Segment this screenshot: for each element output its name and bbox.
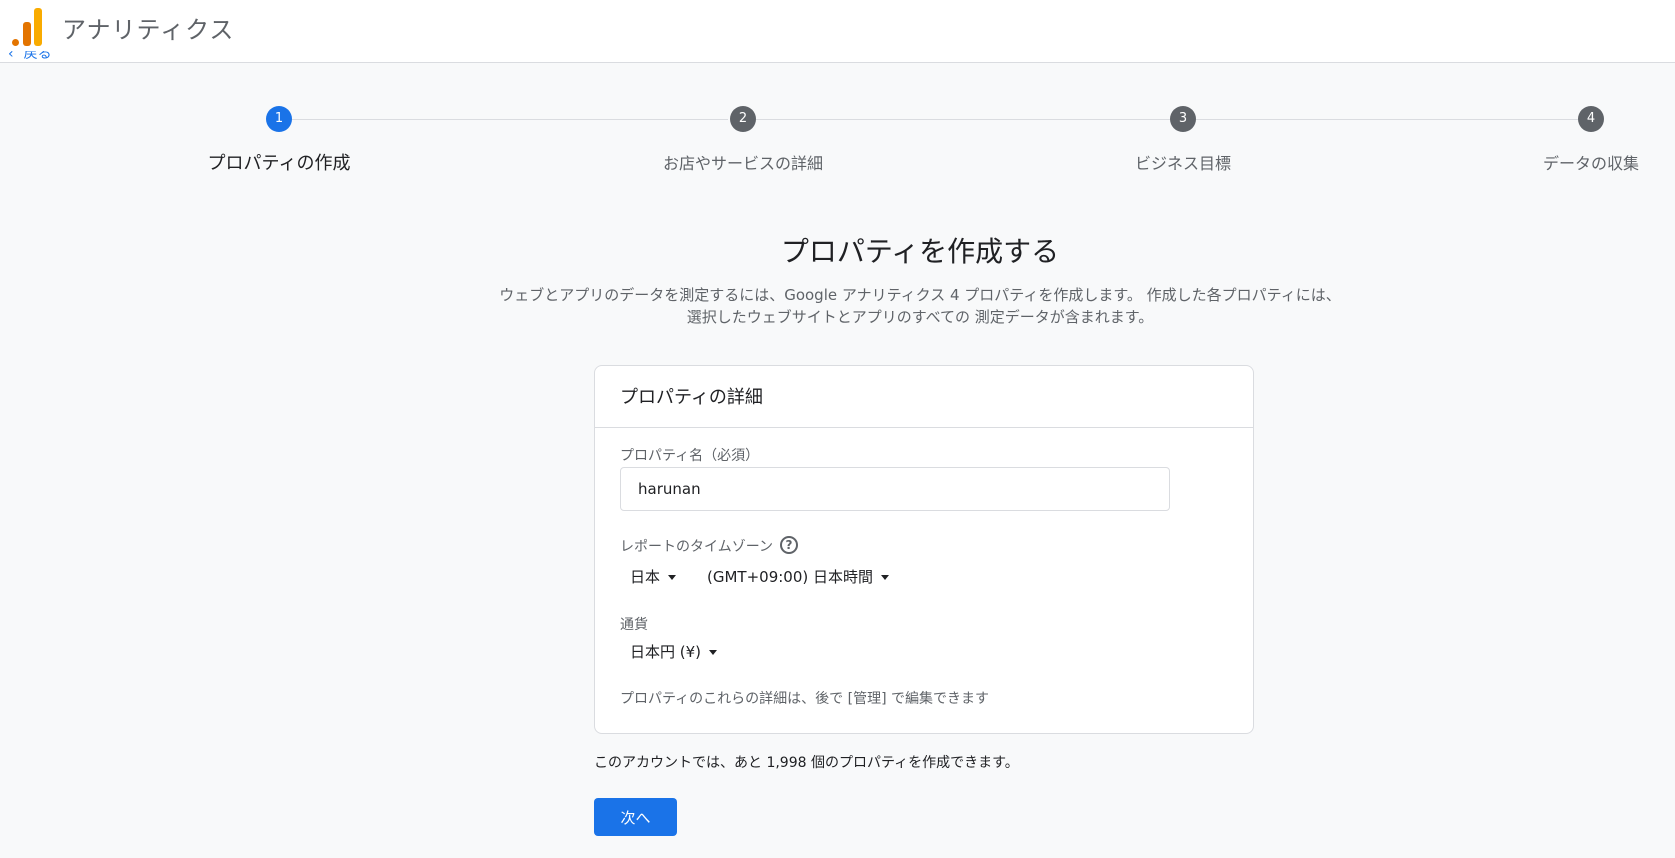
page-title: プロパティを作成する xyxy=(780,235,1060,268)
intro-line-2: 選択したウェブサイトとアプリのすべての 測定データが含まれます。 xyxy=(686,308,1154,326)
step-connector xyxy=(292,119,728,120)
property-details-card: プロパティの詳細 プロパティ名（必須） レポートのタイムゾーン ? 日本 (GM… xyxy=(594,365,1254,734)
step-2-indicator: 2 xyxy=(730,106,756,132)
setup-stepper: 1 2 3 4 プロパティの作成 お店やサービスの詳細 ビジネス目標 データの収… xyxy=(0,106,1675,176)
help-icon[interactable]: ? xyxy=(780,536,798,554)
currency-value: 日本円 (¥) xyxy=(630,643,702,661)
chevron-down-icon xyxy=(881,575,889,580)
back-link[interactable]: ‹ 戻る xyxy=(8,51,52,63)
step-4-indicator: 4 xyxy=(1578,106,1604,132)
timezone-value: (GMT+09:00) 日本時間 xyxy=(707,568,873,586)
property-name-input[interactable] xyxy=(620,467,1170,511)
step-3-indicator: 3 xyxy=(1170,106,1196,132)
card-note: プロパティのこれらの詳細は、後で [管理] で編集できます xyxy=(620,691,989,707)
chevron-down-icon xyxy=(668,575,677,580)
timezone-select[interactable]: (GMT+09:00) 日本時間 xyxy=(707,566,889,587)
intro-text: ウェブとアプリのデータを測定するには、Google アナリティクス 4 プロパテ… xyxy=(420,284,1420,328)
card-header: プロパティの詳細 xyxy=(595,366,1253,428)
chevron-left-icon: ‹ xyxy=(8,51,14,62)
step-1-label: プロパティの作成 xyxy=(207,153,351,174)
step-2-label: お店やサービスの詳細 xyxy=(662,154,824,173)
step-connector xyxy=(1196,119,1578,120)
step-3-label: ビジネス目標 xyxy=(1134,154,1232,173)
top-app-bar: アナリティクス xyxy=(0,0,1675,63)
analytics-logo-icon[interactable] xyxy=(12,8,42,46)
timezone-country-select[interactable]: 日本 xyxy=(630,566,677,587)
remaining-properties-text: このアカウントでは、あと 1,998 個のプロパティを作成できます。 xyxy=(594,755,1019,771)
step-4-label: データの収集 xyxy=(1542,154,1640,173)
chevron-down-icon xyxy=(709,650,718,655)
app-title: アナリティクス xyxy=(62,16,235,44)
next-button[interactable]: 次へ xyxy=(594,798,677,836)
step-connector xyxy=(756,119,1175,120)
currency-select[interactable]: 日本円 (¥) xyxy=(630,641,718,662)
currency-label: 通貨 xyxy=(620,617,648,633)
step-1-indicator: 1 xyxy=(266,106,292,132)
timezone-label: レポートのタイムゾーン xyxy=(620,539,774,555)
property-name-label: プロパティ名（必須） xyxy=(620,448,760,464)
timezone-country-value: 日本 xyxy=(630,568,661,586)
back-link-label: 戻る xyxy=(23,51,52,62)
intro-line-1: ウェブとアプリのデータを測定するには、Google アナリティクス 4 プロパテ… xyxy=(499,286,1341,304)
